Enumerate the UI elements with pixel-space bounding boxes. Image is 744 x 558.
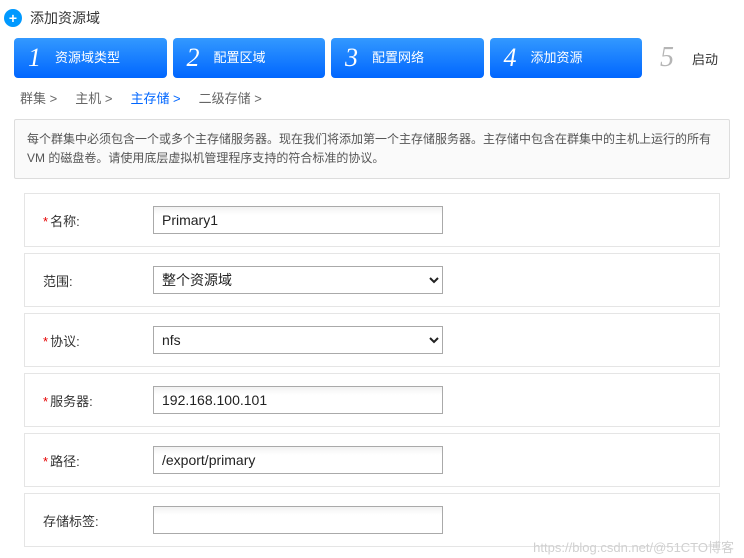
- tag-label: 存储标签:: [43, 511, 153, 530]
- wizard-steps: 1 资源域类型 2 配置区域 3 配置网络 4 添加资源 5 启动: [0, 38, 744, 78]
- watermark: https://blog.csdn.net/@51CTO博客: [533, 537, 734, 556]
- step-1[interactable]: 1 资源域类型: [14, 38, 167, 78]
- step-number: 1: [28, 43, 41, 73]
- step-4[interactable]: 4 添加资源: [490, 38, 643, 78]
- description-box: 每个群集中必须包含一个或多个主存储服务器。现在我们将添加第一个主存储服务器。主存…: [14, 119, 730, 179]
- scope-select[interactable]: 整个资源域: [153, 266, 443, 294]
- server-label: *服务器:: [43, 391, 153, 410]
- breadcrumb-primary-storage[interactable]: 主存储 >: [130, 88, 180, 107]
- form-row-server: *服务器:: [24, 373, 720, 427]
- breadcrumb-cluster[interactable]: 群集 >: [20, 88, 57, 107]
- label-text: 服务器:: [50, 394, 93, 409]
- step-label: 资源域类型: [55, 51, 120, 65]
- breadcrumb-secondary-storage[interactable]: 二级存储 >: [199, 88, 262, 107]
- form-row-protocol: *协议: nfs: [24, 313, 720, 367]
- protocol-label: *协议:: [43, 331, 153, 350]
- server-input[interactable]: [153, 386, 443, 414]
- step-number: 3: [345, 43, 358, 73]
- name-label: *名称:: [43, 211, 153, 230]
- tag-input[interactable]: [153, 506, 443, 534]
- scope-label: 范围:: [43, 271, 153, 290]
- step-number: 2: [187, 43, 200, 73]
- page-header: + 添加资源域: [0, 0, 744, 38]
- breadcrumb: 群集 > 主机 > 主存储 > 二级存储 >: [0, 78, 744, 115]
- step-number: 5: [660, 42, 674, 74]
- form-row-path: *路径:: [24, 433, 720, 487]
- step-5: 5 启动: [648, 42, 730, 74]
- step-label: 配置网络: [372, 51, 424, 65]
- protocol-select[interactable]: nfs: [153, 326, 443, 354]
- form-row-name: *名称:: [24, 193, 720, 247]
- breadcrumb-host[interactable]: 主机 >: [75, 88, 112, 107]
- step-number: 4: [504, 43, 517, 73]
- step-label: 启动: [692, 49, 718, 68]
- label-text: 路径:: [50, 454, 80, 469]
- step-label: 配置区域: [214, 51, 266, 65]
- plus-icon: +: [4, 9, 22, 27]
- storage-form: *名称: 范围: 整个资源域 *协议: nfs *服务器: *路径: 存储标签:: [0, 193, 744, 547]
- step-2[interactable]: 2 配置区域: [173, 38, 326, 78]
- step-3[interactable]: 3 配置网络: [331, 38, 484, 78]
- path-label: *路径:: [43, 451, 153, 470]
- label-text: 名称:: [50, 214, 80, 229]
- form-row-scope: 范围: 整个资源域: [24, 253, 720, 307]
- step-label: 添加资源: [531, 51, 583, 65]
- path-input[interactable]: [153, 446, 443, 474]
- page-title: 添加资源域: [30, 8, 100, 28]
- name-input[interactable]: [153, 206, 443, 234]
- label-text: 协议:: [50, 334, 80, 349]
